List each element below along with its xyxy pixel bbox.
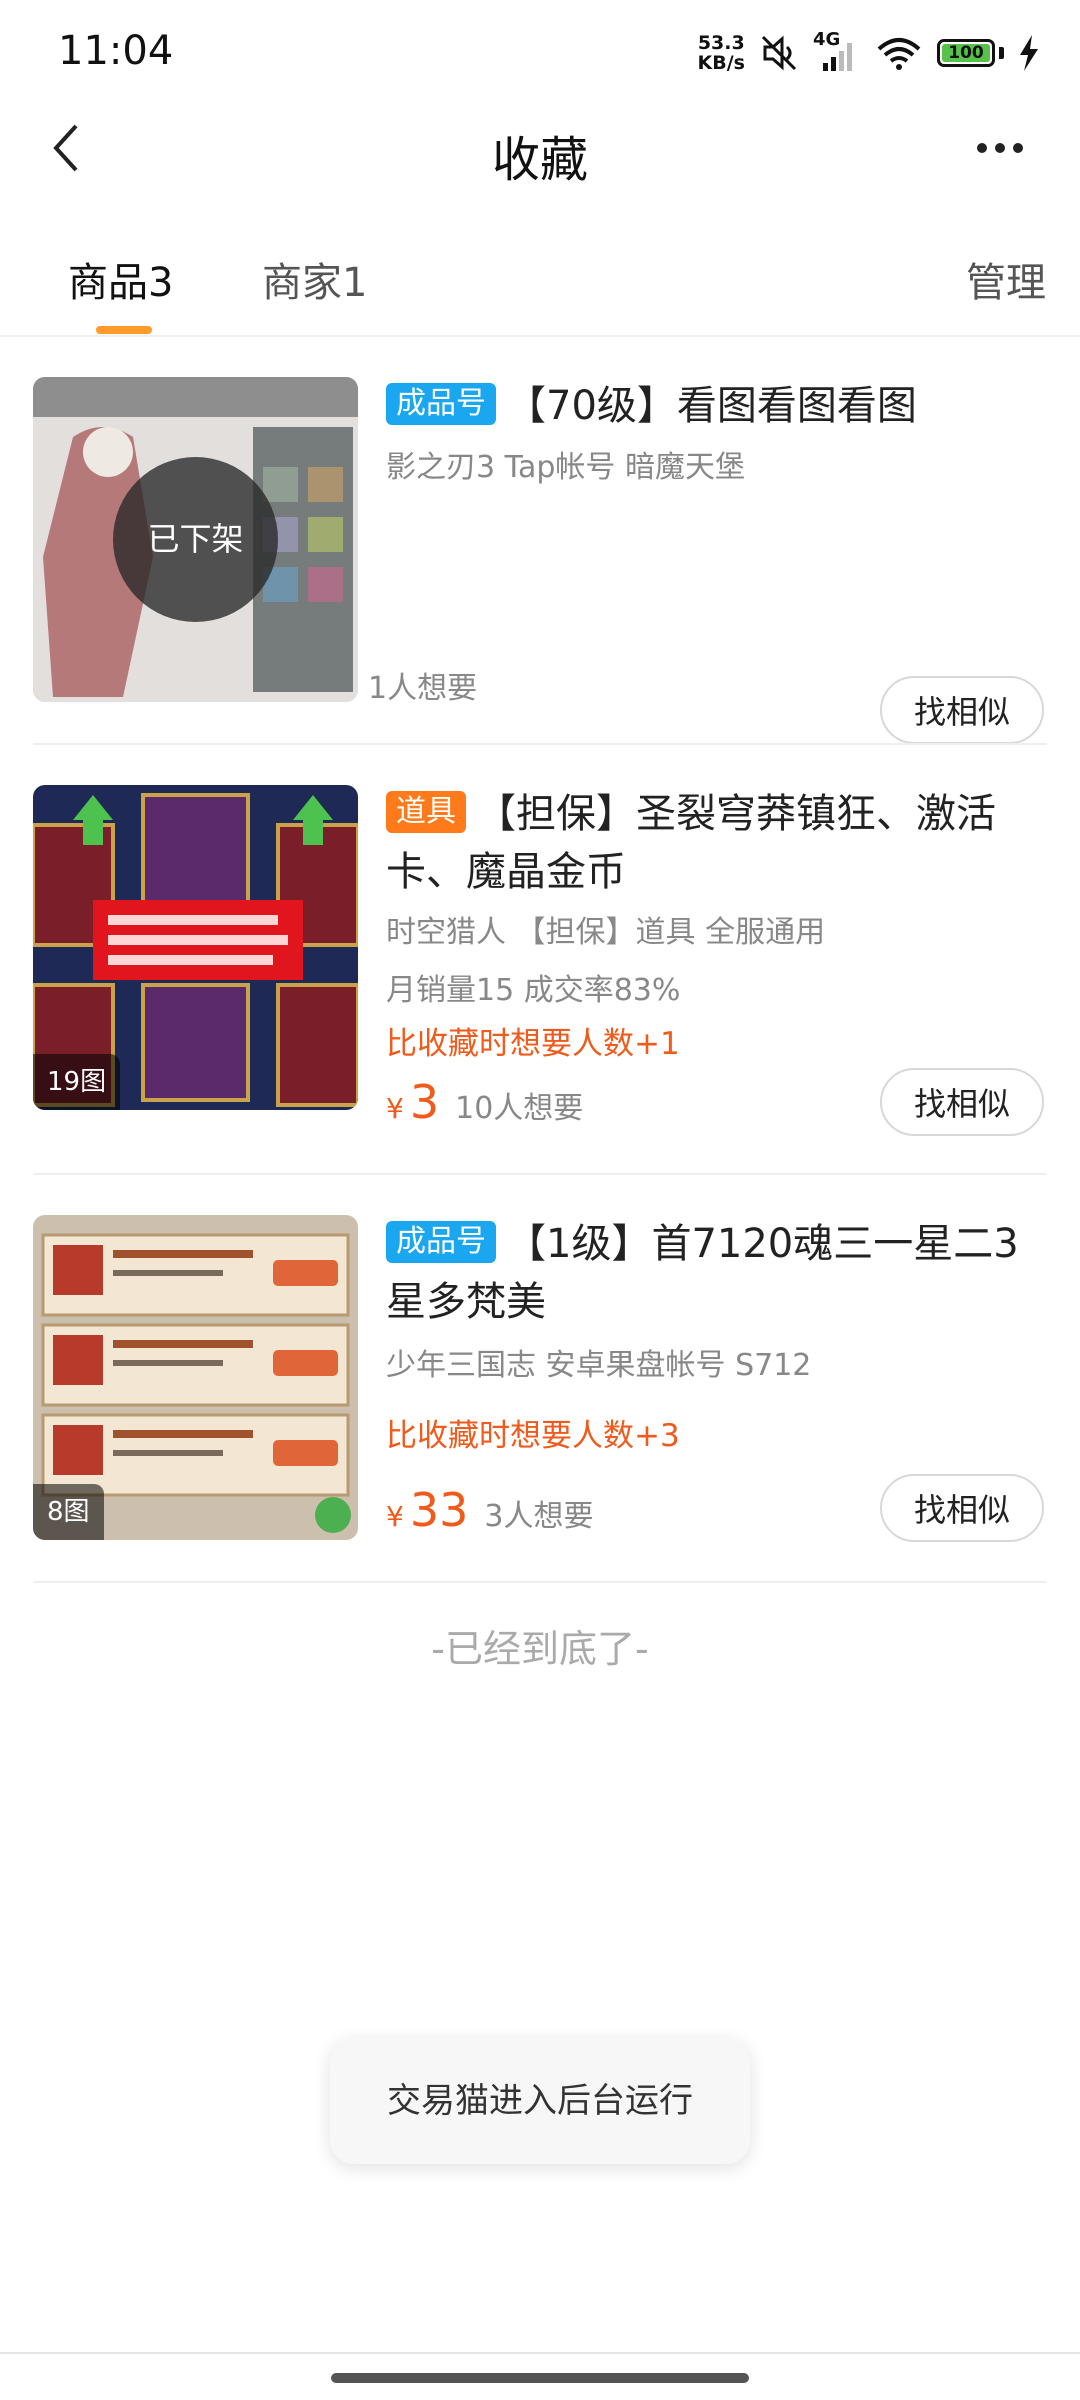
item-title: 成品号 【70级】看图看图看图 <box>386 377 1040 435</box>
item-title-text: 【担保】圣裂穹莽镇狂、激活卡、魔晶金币 <box>386 791 996 895</box>
item-want-change-hint: 比收藏时想要人数+3 <box>386 1418 680 1454</box>
item-subtitle: 影之刃3 Tap帐号 暗魔天堡 <box>386 450 745 485</box>
favorite-item[interactable]: 19图 道具 【担保】圣裂穹莽镇狂、激活卡、魔晶金币 时空猎人 【担保】道具 全服… <box>0 785 1080 1175</box>
find-similar-button[interactable]: 找相似 <box>880 1068 1044 1136</box>
net-speed: 53.3 KB/s <box>698 33 745 73</box>
want-count: 1人想要 <box>368 671 478 706</box>
net-speed-value: 53.3 <box>697 32 745 54</box>
image-count-badge: 19图 <box>33 1054 121 1110</box>
item-thumbnail[interactable]: 已下架 <box>33 377 358 702</box>
tab-goods[interactable]: 商品3 <box>68 250 173 308</box>
battery-icon: 100 <box>937 39 995 67</box>
more-dots-icon[interactable] <box>960 118 1040 178</box>
item-want-change-hint: 比收藏时想要人数+1 <box>386 1026 680 1062</box>
status-time: 11:04 <box>58 28 174 74</box>
item-title-text: 【70级】看图看图看图 <box>506 383 917 429</box>
battery-percent: 100 <box>948 43 984 63</box>
home-indicator[interactable] <box>331 2373 749 2383</box>
mute-icon <box>761 35 797 71</box>
item-title: 道具 【担保】圣裂穹莽镇狂、激活卡、魔晶金币 <box>386 785 1040 901</box>
want-count: 10人想要 <box>455 1091 584 1126</box>
item-tag: 成品号 <box>386 383 496 425</box>
find-similar-button[interactable]: 找相似 <box>880 1474 1044 1542</box>
status-icons: 53.3 KB/s 4G 100 <box>698 29 1040 76</box>
price-row: ¥ 33 3人想要 <box>386 1483 593 1537</box>
price-value: 33 <box>409 1483 469 1537</box>
tab-active-indicator <box>96 326 152 334</box>
bottom-divider <box>0 2352 1080 2354</box>
item-sales-stats: 月销量15 成交率83% <box>386 973 681 1008</box>
find-similar-button[interactable]: 找相似 <box>880 676 1044 744</box>
divider <box>33 743 1047 745</box>
favorite-item[interactable]: 8图 成品号 【1级】首7120魂三一星二3星多梵美 少年三国志 安卓果盘帐号 S… <box>0 1215 1080 1585</box>
item-subtitle: 少年三国志 安卓果盘帐号 S712 <box>386 1348 812 1383</box>
item-tag: 道具 <box>386 791 466 833</box>
item-subtitle: 时空猎人 【担保】道具 全服通用 <box>386 915 826 950</box>
want-count: 3人想要 <box>484 1499 594 1534</box>
favorite-item[interactable]: 已下架 成品号 【70级】看图看图看图 影之刃3 Tap帐号 暗魔天堡 1人想要 … <box>0 377 1080 747</box>
image-count-badge: 8图 <box>33 1484 104 1540</box>
item-tag: 成品号 <box>386 1221 496 1263</box>
price-row: ¥ 3 10人想要 <box>386 1075 583 1129</box>
end-of-list-text: -已经到底了- <box>431 1627 649 1671</box>
item-thumbnail[interactable]: 19图 <box>33 785 358 1110</box>
tab-merchants[interactable]: 商家1 <box>262 250 367 308</box>
status-bar: 11:04 53.3 KB/s 4G 100 <box>0 0 1080 100</box>
page-title: 收藏 <box>491 132 588 188</box>
net-speed-unit: KB/s <box>697 52 745 74</box>
manage-button[interactable]: 管理 <box>966 250 1046 308</box>
signal-icon: 4G <box>813 29 861 73</box>
divider <box>33 1173 1047 1175</box>
toast-message: 交易猫进入后台运行 <box>330 2038 750 2164</box>
wifi-icon <box>877 38 921 70</box>
battery-cap <box>999 47 1004 59</box>
divider <box>33 1581 1047 1583</box>
price-currency: ¥ <box>386 1500 404 1533</box>
price-currency: ¥ <box>386 1092 404 1125</box>
item-title: 成品号 【1级】首7120魂三一星二3星多梵美 <box>386 1215 1040 1331</box>
app-header: 收藏 <box>0 100 1080 200</box>
delisted-badge: 已下架 <box>113 457 278 622</box>
item-thumbnail[interactable]: 8图 <box>33 1215 358 1540</box>
price-value: 3 <box>409 1075 440 1129</box>
charging-icon <box>1020 35 1038 71</box>
tab-bar: 商品3 商家1 管理 <box>0 220 1080 337</box>
